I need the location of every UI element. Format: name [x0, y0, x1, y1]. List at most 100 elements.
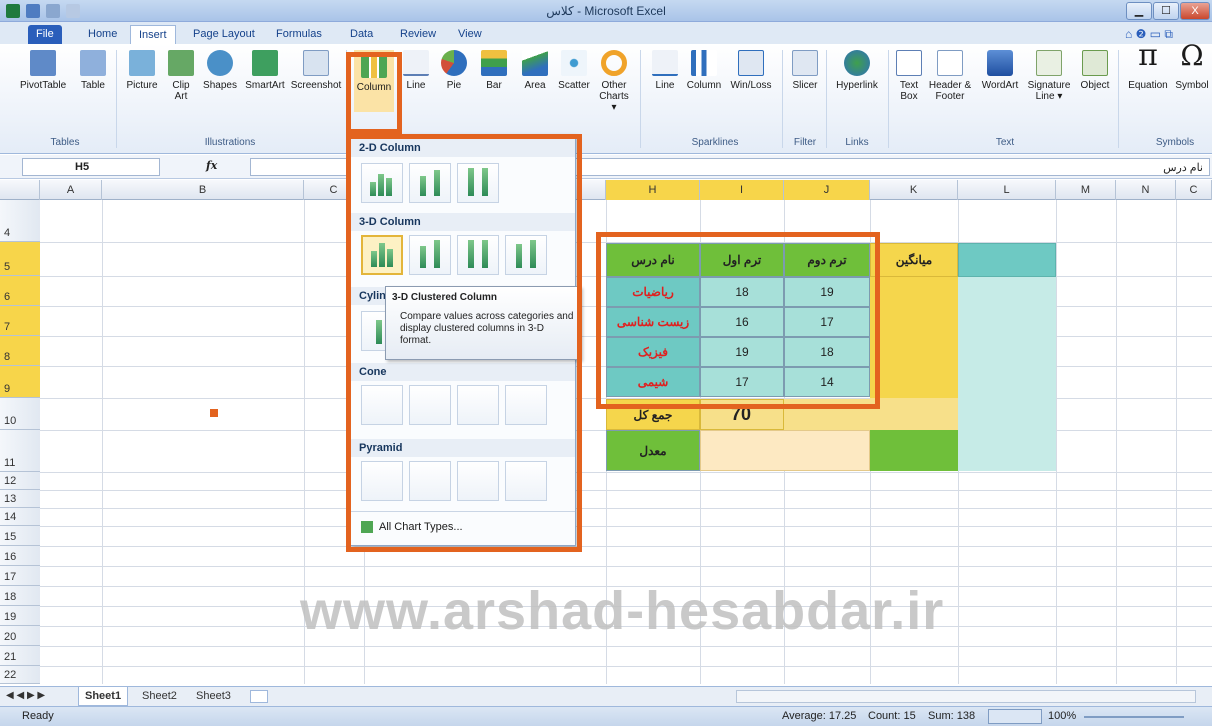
row-header[interactable]: 18 [0, 586, 40, 606]
row-header[interactable]: 8 [0, 336, 40, 366]
symbol-button[interactable]: Ω Symbol [1172, 42, 1212, 92]
minimize-button[interactable]: ▁ [1126, 2, 1152, 20]
tab-file[interactable]: File [28, 25, 62, 44]
signature-line-button[interactable]: Signature Line ▾ [1024, 50, 1074, 102]
signature-line-icon [1036, 50, 1062, 76]
picture-button[interactable]: Picture [122, 50, 162, 91]
column-header[interactable]: K [870, 180, 958, 200]
row-header[interactable]: 21 [0, 646, 40, 666]
status-count: Count: 15 [868, 710, 916, 722]
pivottable-button[interactable]: PivotTable [20, 50, 66, 91]
column-header[interactable]: J [784, 180, 870, 200]
ribbon-divider [116, 50, 117, 148]
row-header[interactable]: 5 [0, 242, 40, 276]
close-button[interactable]: X [1180, 2, 1210, 20]
slicer-label: Slicer [792, 80, 818, 91]
sparkline-winloss-button[interactable]: Win/Loss [726, 50, 776, 91]
column-header[interactable]: M [1056, 180, 1116, 200]
tab-formulas[interactable]: Formulas [268, 25, 330, 44]
sheet-nav-icon[interactable]: ◀ ◀ ▶ ▶ [6, 690, 45, 701]
cell[interactable] [870, 430, 958, 471]
row-header[interactable]: 19 [0, 606, 40, 626]
average-total-cell[interactable] [870, 398, 958, 430]
wordart-button[interactable]: WordArt [978, 50, 1022, 91]
text-box-button[interactable]: Text Box [894, 50, 924, 102]
row-header[interactable]: 20 [0, 626, 40, 646]
column-header[interactable]: B [102, 180, 304, 200]
zoom-slider[interactable] [1084, 716, 1184, 718]
empty-column-l[interactable] [958, 277, 1056, 471]
other-charts-button[interactable]: Other Charts ▾ [594, 50, 634, 113]
sparkline-line-button[interactable]: Line [648, 50, 682, 91]
line-chart-button[interactable]: Line [400, 50, 432, 91]
name-box[interactable]: H5 [22, 158, 160, 176]
gridline [1116, 200, 1117, 684]
row-header[interactable]: 10 [0, 398, 40, 430]
tab-page-layout[interactable]: Page Layout [185, 25, 263, 44]
gridline [40, 566, 1212, 567]
row-header[interactable]: 11 [0, 430, 40, 472]
tab-view[interactable]: View [450, 25, 490, 44]
slicer-button[interactable]: Slicer [788, 50, 822, 91]
equation-button[interactable]: π Equation [1122, 41, 1174, 92]
row-header[interactable]: 13 [0, 490, 40, 508]
row-header[interactable]: 9 [0, 366, 40, 398]
average-value-cell[interactable] [700, 430, 870, 471]
header-footer-button[interactable]: Header & Footer [928, 50, 972, 102]
shapes-button[interactable]: Shapes [200, 50, 240, 91]
cell[interactable] [958, 243, 1056, 277]
tab-insert[interactable]: Insert [130, 25, 176, 44]
column-header[interactable]: A [40, 180, 102, 200]
tab-data[interactable]: Data [342, 25, 381, 44]
screenshot-icon [303, 50, 329, 76]
row-header[interactable]: 15 [0, 526, 40, 546]
average-label-cell[interactable]: معدل [606, 430, 700, 471]
smartart-button[interactable]: SmartArt [242, 50, 288, 91]
tab-home[interactable]: Home [80, 25, 125, 44]
row-header[interactable]: 17 [0, 566, 40, 586]
view-buttons[interactable] [988, 709, 1042, 724]
wordart-label: WordArt [981, 80, 1019, 91]
object-button[interactable]: Object [1076, 50, 1114, 91]
screenshot-button[interactable]: Screenshot [288, 50, 344, 91]
scatter-chart-button[interactable]: Scatter [556, 50, 592, 91]
column-header[interactable]: L [958, 180, 1056, 200]
area-chart-button[interactable]: Area [518, 50, 552, 91]
gridline [40, 546, 1212, 547]
header-cell-average[interactable]: میانگین [870, 243, 958, 277]
sheet-tab[interactable]: Sheet2 [136, 687, 183, 706]
tab-review[interactable]: Review [392, 25, 444, 44]
sheet-tab[interactable]: Sheet3 [190, 687, 237, 706]
column-header[interactable]: N [1116, 180, 1176, 200]
row-header[interactable]: 6 [0, 276, 40, 306]
row-header[interactable]: 16 [0, 546, 40, 566]
pie-chart-button[interactable]: Pie [438, 50, 470, 91]
table-button[interactable]: Table [78, 50, 108, 91]
zoom-level[interactable]: 100% [1048, 710, 1076, 722]
column-header[interactable]: C [1176, 180, 1212, 200]
hyperlink-button[interactable]: Hyperlink [832, 50, 882, 91]
insert-sheet-icon[interactable] [250, 690, 268, 703]
horizontal-scrollbar[interactable] [736, 690, 1196, 703]
pie-chart-icon [441, 50, 467, 76]
fx-icon[interactable]: fx [206, 159, 217, 172]
clip-art-button[interactable]: Clip Art [166, 50, 196, 102]
select-all-corner[interactable] [0, 180, 40, 200]
bar-chart-icon [481, 50, 507, 76]
sheet-tab[interactable]: Sheet1 [78, 687, 129, 706]
maximize-button[interactable]: ☐ [1153, 2, 1179, 20]
bar-label: Bar [486, 80, 502, 91]
row-header[interactable]: 12 [0, 472, 40, 490]
column-button-highlight [346, 52, 402, 134]
row-header[interactable]: 4 [0, 200, 40, 242]
gridline [1176, 200, 1177, 684]
row-header[interactable]: 7 [0, 306, 40, 336]
column-header[interactable]: I [700, 180, 784, 200]
bar-chart-button[interactable]: Bar [478, 50, 510, 91]
column-header[interactable]: H [606, 180, 700, 200]
row-header[interactable]: 14 [0, 508, 40, 526]
hyperlink-label: Hyperlink [836, 80, 878, 91]
sparkline-column-button[interactable]: Column [684, 50, 724, 91]
window-title: کلاس - Microsoft Excel [546, 4, 666, 18]
row-header[interactable]: 22 [0, 666, 40, 684]
